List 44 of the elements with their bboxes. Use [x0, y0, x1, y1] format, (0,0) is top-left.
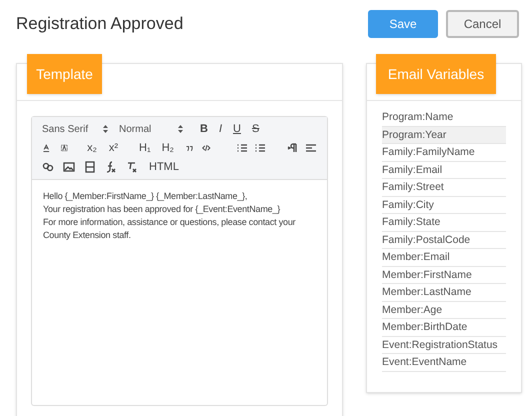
variables-tag: Email Variables: [376, 54, 496, 94]
numbered-list-icon[interactable]: [236, 142, 248, 154]
sort-icon: [178, 125, 183, 133]
toolbar-button[interactable]: x₂: [85, 142, 99, 154]
toolbar-button[interactable]: HTML: [147, 162, 181, 172]
toolbar-button[interactable]: H₁: [137, 142, 153, 154]
variable-item[interactable]: Family:City: [382, 196, 506, 214]
link-icon[interactable]: [42, 161, 54, 173]
clear-format-icon[interactable]: [126, 161, 138, 173]
toolbar-button[interactable]: x²: [106, 142, 120, 154]
variable-item[interactable]: Family:State: [382, 214, 506, 232]
template-text: Your registration has been approved for {_Event:EventName_}: [43, 203, 282, 216]
variable-item[interactable]: Family:PostalCode: [382, 232, 506, 249]
variable-item[interactable]: Family:Email: [382, 162, 506, 179]
template-tag: Template: [27, 54, 102, 94]
toolbar-button[interactable]: S: [250, 124, 262, 134]
bullet-list-icon[interactable]: [254, 142, 266, 154]
variable-item[interactable]: Member:BirthDate: [382, 319, 506, 336]
toolbar-button[interactable]: H₂: [160, 142, 176, 154]
variable-item[interactable]: Event:RegistrationStatus: [382, 336, 506, 354]
image-icon[interactable]: [63, 161, 75, 173]
template-text: For more information, assistance or questions, please contact your County Extension staff.: [43, 216, 296, 242]
font-select[interactable]: Sans Serif: [42, 122, 112, 136]
paragraph-icon[interactable]: [287, 142, 300, 154]
variable-item[interactable]: Member:LastName: [382, 284, 506, 302]
page-title: Registration Approved: [16, 13, 184, 35]
toolbar-button[interactable]: U: [231, 124, 243, 134]
toolbar-button[interactable]: I: [216, 124, 224, 134]
variable-item[interactable]: Member:Age: [382, 302, 506, 319]
variable-item[interactable]: Program:Year: [382, 126, 506, 144]
formula-icon[interactable]: [105, 161, 117, 173]
variable-item[interactable]: Family:FamilyName: [382, 144, 506, 162]
toolbar-button[interactable]: B: [198, 124, 210, 134]
highlight-icon[interactable]: [60, 142, 68, 154]
size-select[interactable]: Normal: [119, 122, 187, 136]
cancel-button[interactable]: Cancel: [446, 10, 519, 38]
align-icon[interactable]: [305, 142, 318, 154]
text-color-icon[interactable]: [42, 142, 51, 154]
variable-item[interactable]: Member:FirstName: [382, 266, 506, 284]
variable-item[interactable]: Family:Street: [382, 179, 506, 196]
code-icon[interactable]: [202, 142, 212, 154]
template-text: Hello {_Member:FirstName_} {_Member:LastName_},: [43, 190, 248, 203]
variable-item[interactable]: Member:Email: [382, 249, 506, 266]
sort-icon: [103, 125, 108, 133]
